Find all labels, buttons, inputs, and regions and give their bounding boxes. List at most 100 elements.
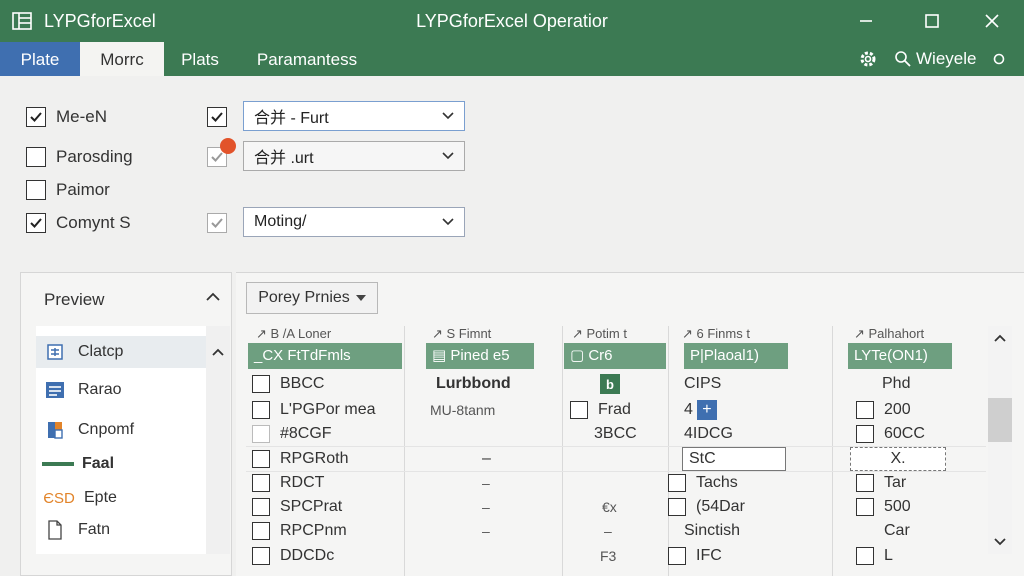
dropdown-enable-1[interactable] [207, 105, 227, 129]
row-checkbox[interactable] [252, 401, 270, 419]
grid-cell[interactable]: – [604, 519, 612, 543]
row-checkbox[interactable] [668, 474, 686, 492]
row-checkbox[interactable] [856, 474, 874, 492]
maximize-button[interactable] [910, 6, 954, 36]
row-checkbox[interactable] [252, 522, 270, 540]
grid-cell[interactable]: 200 [856, 398, 911, 422]
row-checkbox[interactable] [252, 375, 270, 393]
option-me-en[interactable]: Me-eN [26, 105, 107, 129]
grid-cell-editing[interactable]: StC [682, 447, 786, 471]
grid-cell[interactable]: RPGRoth [252, 447, 348, 471]
row-checkbox[interactable] [856, 425, 874, 443]
status-circle-button[interactable] [992, 42, 1006, 76]
preview-item-faal[interactable]: Faal [36, 448, 206, 480]
grid-cell[interactable]: RDCT [252, 471, 324, 495]
grid-cell[interactable]: Tachs [668, 471, 738, 495]
grid-cell[interactable]: – [482, 447, 491, 471]
grid-cell[interactable]: 4IDCG [684, 422, 733, 446]
checkbox-checked[interactable] [207, 107, 227, 127]
chevron-up-icon[interactable] [212, 348, 224, 356]
column-header[interactable]: ▤ Pined e5 [426, 343, 534, 369]
tab-morrc[interactable]: Morrc [80, 42, 164, 76]
chevron-up-icon[interactable] [994, 334, 1006, 342]
column-header[interactable]: _CX FtTdFmls [248, 343, 402, 369]
grid-cell[interactable]: Phd [882, 372, 910, 396]
mode-dropdown[interactable]: Moting/ [243, 207, 465, 237]
row-checkbox[interactable] [252, 547, 270, 565]
grid-cell[interactable]: €x [602, 495, 617, 519]
checkbox-unchecked[interactable] [26, 147, 46, 167]
option-parosding[interactable]: Parosding [26, 145, 133, 169]
minimize-button[interactable] [844, 6, 888, 36]
checkbox-checked[interactable] [26, 213, 46, 233]
row-checkbox[interactable] [252, 474, 270, 492]
dropdown-enable-3[interactable] [207, 211, 227, 235]
cell-text: RPGRoth [280, 450, 349, 467]
preview-item-clatcp[interactable]: Clatcp [36, 336, 206, 368]
search-user-icon [895, 51, 911, 67]
row-checkbox[interactable] [668, 547, 686, 565]
row-checkbox[interactable] [570, 401, 588, 419]
row-checkbox[interactable] [252, 498, 270, 516]
row-checkbox[interactable] [856, 498, 874, 516]
tab-plats[interactable]: Plats [168, 42, 232, 76]
scrollbar-thumb[interactable] [988, 398, 1012, 442]
settings-button[interactable] [858, 42, 878, 76]
plus-icon[interactable]: + [696, 400, 717, 420]
grid-cell-editing[interactable]: X. [850, 447, 946, 471]
grid-cell[interactable]: L'PGPor mea [252, 398, 376, 422]
grid-cell[interactable]: RPCPnm [252, 519, 347, 543]
grid-cell[interactable]: – [482, 495, 490, 519]
row-checkbox[interactable] [668, 498, 686, 516]
chevron-down-icon[interactable] [994, 538, 1006, 546]
row-checkbox[interactable] [252, 425, 270, 443]
column-header[interactable]: ▢ Cr6 [564, 343, 666, 369]
grid-cell[interactable]: 4 + [684, 398, 717, 422]
checkbox-unchecked[interactable] [26, 180, 46, 200]
grid-cell[interactable]: 500 [856, 495, 911, 519]
row-checkbox[interactable] [252, 450, 270, 468]
grid-cell[interactable]: CIPS [684, 372, 721, 396]
property-filter-dropdown[interactable]: Porey Prnies [246, 282, 378, 314]
chevron-up-icon[interactable] [206, 292, 220, 302]
preview-item-fatn[interactable]: Fatn [36, 514, 206, 546]
grid-cell[interactable]: DDCDc [252, 544, 334, 568]
grid-cell[interactable]: b [600, 372, 620, 396]
grid-cell[interactable]: IFC [668, 544, 722, 568]
grid-cell[interactable]: – [482, 519, 490, 543]
grid-cell[interactable]: Sinctish [684, 519, 740, 543]
option-paimor[interactable]: Paimor [26, 178, 110, 202]
preview-scrollbar[interactable] [206, 326, 230, 554]
grid-cell[interactable]: MU-8tanm [430, 398, 495, 422]
cell-text: L'PGPor mea [280, 401, 376, 418]
grid-cell[interactable]: Car [884, 519, 910, 543]
column-header[interactable]: P|Plaoal1) [684, 343, 788, 369]
row-checkbox[interactable] [856, 547, 874, 565]
grid-cell[interactable]: Tar [856, 471, 906, 495]
checkbox-checked[interactable] [26, 107, 46, 127]
grid-cell[interactable]: L [856, 544, 893, 568]
preview-item-epte[interactable]: ЄSD Epte [36, 482, 206, 514]
grid-cell[interactable]: – [482, 471, 490, 495]
merge-dropdown-2[interactable]: 合并 .urt [243, 141, 465, 171]
grid-cell[interactable]: 3BCC [594, 422, 637, 446]
grid-cell[interactable]: Frad [570, 398, 631, 422]
checkbox-checked-disabled[interactable] [207, 213, 227, 233]
tab-plate[interactable]: Plate [0, 42, 80, 76]
grid-cell[interactable]: 60CC [856, 422, 925, 446]
tab-paramantess[interactable]: Paramantess [244, 42, 370, 76]
grid-cell[interactable]: (54Dar [668, 495, 745, 519]
row-checkbox[interactable] [856, 401, 874, 419]
grid-cell[interactable]: #8CGF [252, 422, 332, 446]
grid-cell[interactable]: SPCPrat [252, 495, 342, 519]
merge-dropdown-1[interactable]: 合并 - Furt [243, 101, 465, 131]
user-menu[interactable]: Wieyele [894, 42, 976, 76]
grid-cell[interactable]: Lurbbond [436, 372, 511, 396]
preview-item-rarao[interactable]: Rarao [36, 374, 206, 406]
option-comynt[interactable]: Comynt S [26, 211, 131, 235]
preview-item-cnpomf[interactable]: Cnpomf [36, 414, 206, 446]
column-header[interactable]: LYTe(ON1) [848, 343, 952, 369]
close-button[interactable] [970, 6, 1014, 36]
grid-cell[interactable]: BBCC [252, 372, 324, 396]
grid-cell[interactable]: F3 [600, 544, 616, 568]
